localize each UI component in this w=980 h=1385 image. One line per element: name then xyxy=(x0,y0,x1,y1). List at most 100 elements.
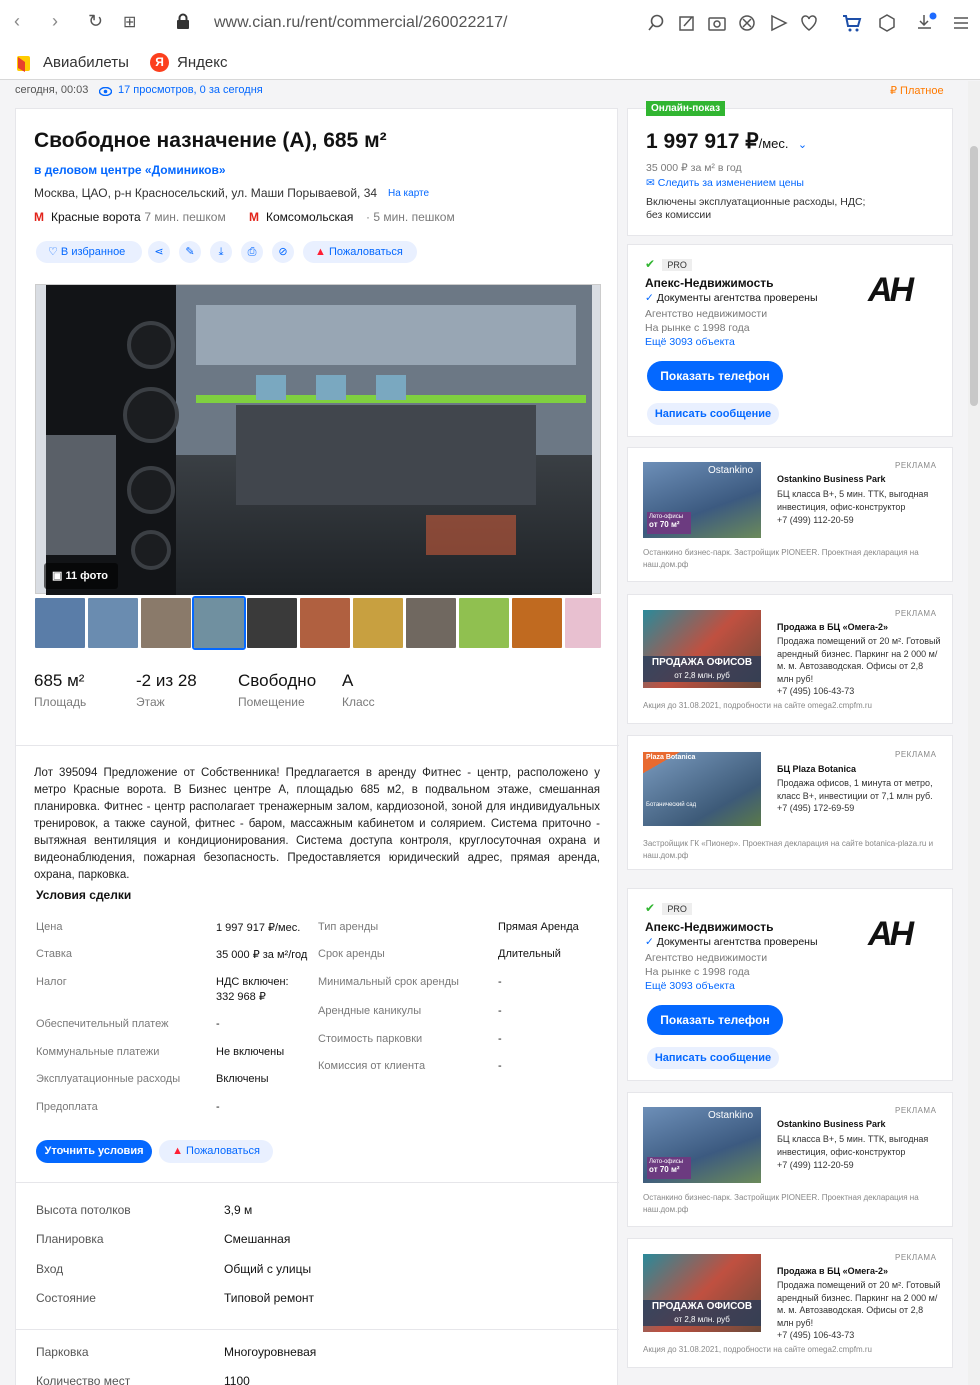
ad-card[interactable]: РЕКЛАМА ПРОДАЖА ОФИСОВ от 2,8 млн. руб Пр… xyxy=(627,1238,953,1368)
ad-image-banner: ПРОДАЖА ОФИСОВ от 2,8 млн. руб xyxy=(643,1300,761,1326)
complain-button[interactable]: ▲ Пожаловаться xyxy=(159,1140,273,1163)
ad-label: РЕКЛАМА xyxy=(895,609,937,618)
term-value: - xyxy=(498,1033,502,1045)
hide-icon[interactable]: ⊘ xyxy=(272,241,294,263)
pencil-icon[interactable]: ✎ xyxy=(179,241,201,263)
clarify-terms-button[interactable]: Уточнить условия xyxy=(36,1140,152,1163)
business-center-link[interactable]: в деловом центре «Домиников» xyxy=(34,163,226,177)
thumbnail[interactable] xyxy=(192,596,246,650)
address: Москва, ЦАО, р-н Красносельский, ул. Маш… xyxy=(34,186,378,200)
ad-card[interactable]: РЕКЛАМА ПРОДАЖА ОФИСОВ от 2,8 млн. руб Пр… xyxy=(627,594,953,724)
url-field[interactable]: www.cian.ru/rent/commercial/260022217/ xyxy=(214,14,507,32)
thumbnail[interactable] xyxy=(459,598,509,648)
agent-more-link[interactable]: Ещё 3093 объекта xyxy=(645,336,735,348)
scrollbar-thumb[interactable] xyxy=(970,146,978,406)
map-link[interactable]: На карте xyxy=(388,188,429,199)
agent-more-link[interactable]: Ещё 3093 объекта xyxy=(645,980,735,992)
camera-icon[interactable] xyxy=(708,14,726,32)
term-label: Цена xyxy=(36,921,63,933)
search-icon[interactable] xyxy=(648,14,666,32)
stat-value: 685 м² xyxy=(34,671,85,690)
track-price-label: Следить за изменением цены xyxy=(657,177,804,189)
thumbnail[interactable] xyxy=(247,598,297,648)
block-icon[interactable] xyxy=(738,14,756,32)
agent-since: На рынке с 1998 года xyxy=(645,322,750,334)
views-link[interactable]: 17 просмотров, 0 за сегодня xyxy=(118,84,263,96)
term-label: Обеспечительный платеж xyxy=(36,1018,169,1030)
track-price-link[interactable]: ✉ Следить за изменением цены xyxy=(646,177,804,189)
download-icon[interactable] xyxy=(916,12,938,32)
mail-icon: ✉ xyxy=(646,177,655,189)
show-phone-button[interactable]: Показать телефон xyxy=(647,361,783,391)
ad-image: Ostankino Лето-офисы от 70 м² xyxy=(643,462,761,538)
ad-card[interactable]: РЕКЛАМА Plaza Botanica Ботанический сад … xyxy=(627,735,953,870)
print-icon[interactable]: ⎙ xyxy=(241,241,263,263)
bookmark-aviabilety[interactable]: Авиабилеты xyxy=(15,53,145,73)
features-list: Высота потолков 3,9 м Планировка Смешанн… xyxy=(36,1203,596,1313)
feature-value: Смешанная xyxy=(224,1232,291,1246)
reload-icon[interactable]: ↻ xyxy=(88,11,103,32)
agent-name[interactable]: Апекс-Недвижимость xyxy=(645,920,774,934)
photo-gallery[interactable]: ▣ 11 фото xyxy=(35,284,601,595)
agent-name[interactable]: Апекс-Недвижимость xyxy=(645,276,774,290)
thumbnail[interactable] xyxy=(353,598,403,648)
term-value: 1 997 917 ₽/мес. xyxy=(216,922,301,934)
term-label: Арендные каникулы xyxy=(318,1005,422,1017)
term-label: Налог xyxy=(36,976,67,988)
ad-phone: +7 (499) 112-20-59 xyxy=(777,515,854,525)
complain-label: Пожаловаться xyxy=(328,246,403,258)
send-icon[interactable] xyxy=(770,14,788,32)
term-label: Эксплуатационные расходы xyxy=(36,1073,181,1085)
stat-label: Помещение xyxy=(238,695,305,709)
cart-icon[interactable] xyxy=(842,13,862,33)
scrollbar[interactable] xyxy=(968,81,980,1385)
ad-label: РЕКЛАМА xyxy=(895,461,937,470)
ad-image-badge: Лето-офисы от 70 м² xyxy=(647,512,691,534)
bookmark-yandex[interactable]: Я Яндекс xyxy=(150,53,240,73)
ad-image-badge: Лето-офисы от 70 м² xyxy=(647,1157,691,1179)
ad-text: Продажа помещений от 20 м². Готовый арен… xyxy=(777,636,941,684)
back-icon[interactable]: ‹ xyxy=(14,11,20,32)
complain-button[interactable]: ▲ Пожаловаться xyxy=(303,241,417,263)
share-icon[interactable]: ⋖ xyxy=(148,241,170,263)
forward-icon[interactable]: › xyxy=(52,11,58,32)
feature-value: 3,9 м xyxy=(224,1203,253,1217)
ad-image: Plaza Botanica Ботанический сад xyxy=(643,752,761,826)
feature-label: Вход xyxy=(36,1262,64,1276)
ad-card[interactable]: РЕКЛАМА Ostankino Лето-офисы от 70 м² Ost… xyxy=(627,447,953,582)
agent-since: На рынке с 1998 года xyxy=(645,966,750,978)
write-message-button[interactable]: Написать сообщение xyxy=(647,1047,779,1069)
price-rate: 35 000 ₽ за м² в год xyxy=(646,162,742,174)
edit-icon[interactable] xyxy=(678,14,696,32)
menu-icon[interactable] xyxy=(952,14,970,32)
write-message-button[interactable]: Написать сообщение xyxy=(647,403,779,425)
ad-phone: +7 (495) 106-43-73 xyxy=(777,1330,855,1340)
term-label: Ставка xyxy=(36,948,72,960)
thumbnail[interactable] xyxy=(406,598,456,648)
ad-image-text: ПРОДАЖА ОФИСОВ xyxy=(651,657,753,668)
apps-icon[interactable]: ⊞ xyxy=(123,12,136,32)
thumbnail[interactable] xyxy=(565,598,601,648)
show-phone-button[interactable]: Показать телефон xyxy=(647,1005,783,1035)
metro-icon: M xyxy=(249,210,259,224)
thumbnail[interactable] xyxy=(141,598,191,648)
pro-label: PRO xyxy=(662,259,692,271)
price-per: /мес. xyxy=(758,136,789,151)
favorite-button[interactable]: ♡ В избранное xyxy=(36,241,142,263)
thumbnail[interactable] xyxy=(300,598,350,648)
download-icon[interactable]: ⤓ xyxy=(210,241,232,263)
chevron-down-icon[interactable]: ⌄ xyxy=(798,139,807,151)
thumbnail[interactable] xyxy=(88,598,138,648)
ad-card[interactable]: РЕКЛАМА Ostankino Лето-офисы от 70 м² Ost… xyxy=(627,1092,953,1227)
heart-icon[interactable] xyxy=(800,14,818,32)
term-value: Не включены xyxy=(216,1046,285,1058)
box-icon[interactable] xyxy=(878,14,896,32)
thumbnail[interactable] xyxy=(512,598,562,648)
ad-image: Ostankino Лето-офисы от 70 м² xyxy=(643,1107,761,1183)
thumbnail[interactable] xyxy=(35,598,85,648)
ad-image-text: от 70 м² xyxy=(649,1165,680,1174)
term-value: - xyxy=(498,1060,502,1072)
photo-count-badge[interactable]: ▣ 11 фото xyxy=(44,563,118,589)
term-value: Включены xyxy=(216,1073,269,1085)
term-value: Прямая Аренда xyxy=(498,921,579,933)
